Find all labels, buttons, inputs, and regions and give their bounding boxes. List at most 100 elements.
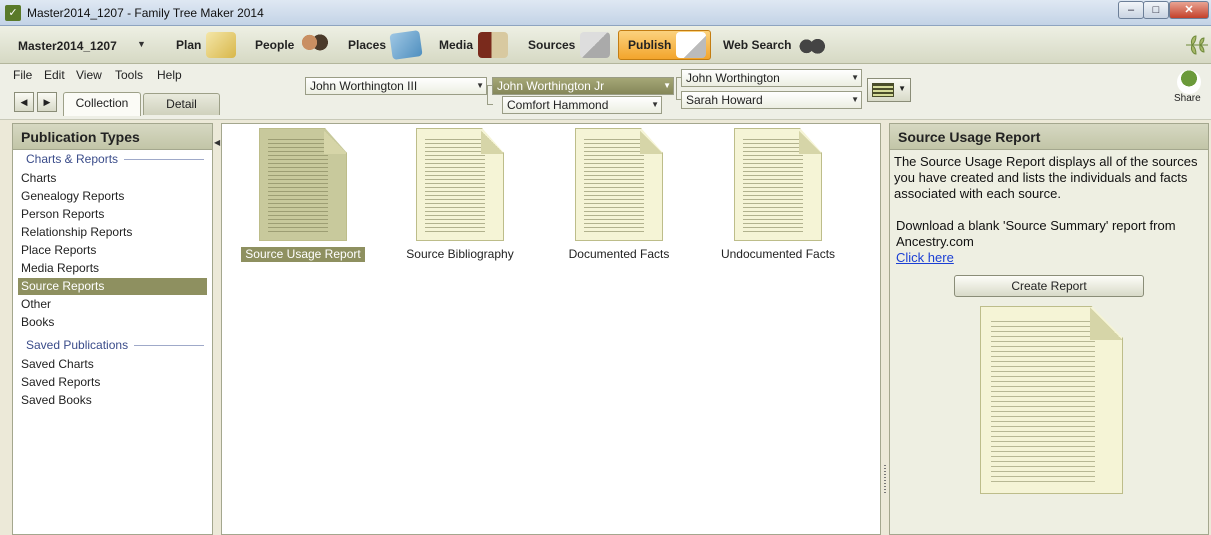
report-thumbnail-documented-facts[interactable]: Documented Facts: [544, 128, 694, 262]
child-name: John Worthington III: [310, 79, 418, 93]
chevron-down-icon: ▼: [898, 84, 906, 93]
mother-selector[interactable]: Sarah Howard ▼: [681, 91, 862, 109]
list-item-saved-reports[interactable]: Saved Reports: [18, 374, 207, 391]
tree-dropdown-icon[interactable]: ▼: [137, 39, 146, 49]
back-button[interactable]: ◀: [14, 92, 34, 112]
click-here-link[interactable]: Click here: [896, 250, 954, 265]
list-item-place-reports[interactable]: Place Reports: [18, 242, 207, 259]
spouse-name: Comfort Hammond: [507, 98, 609, 112]
report-thumbnail-source-bibliography[interactable]: Source Bibliography: [385, 128, 535, 262]
child-selector[interactable]: John Worthington III ▼: [305, 77, 487, 95]
list-view-icon: [872, 83, 894, 97]
report-thumbnail-undocumented-facts[interactable]: Undocumented Facts: [703, 128, 853, 262]
list-item-books[interactable]: Books: [18, 314, 207, 331]
list-item-saved-charts[interactable]: Saved Charts: [18, 356, 207, 373]
places-icon: [389, 30, 423, 60]
section-charts-reports: Charts & Reports: [26, 152, 204, 166]
publication-types-panel: Publication Types Charts & Reports Chart…: [12, 123, 213, 535]
nav-places-button[interactable]: Places: [348, 30, 423, 60]
menu-edit[interactable]: Edit: [44, 68, 65, 82]
splitter-grip-icon[interactable]: [884, 465, 886, 493]
section-label: Charts & Reports: [26, 152, 119, 166]
nav-sources-button[interactable]: Sources: [528, 30, 611, 60]
mother-name: Sarah Howard: [686, 93, 763, 107]
maximize-button[interactable]: □: [1143, 1, 1169, 19]
focus-person-name: John Worthington Jr: [497, 79, 605, 93]
list-item-charts[interactable]: Charts: [18, 170, 207, 187]
document-icon: [416, 128, 504, 241]
menu-tools[interactable]: Tools: [115, 68, 143, 82]
panel-title: Source Usage Report: [890, 124, 1208, 150]
chevron-down-icon: ▼: [851, 95, 859, 104]
spouse-selector[interactable]: Comfort Hammond ▼: [502, 96, 662, 114]
report-label: Source Usage Report: [241, 247, 365, 262]
menu-view[interactable]: View: [76, 68, 102, 82]
menu-help[interactable]: Help: [157, 68, 182, 82]
report-details-panel: Source Usage Report The Source Usage Rep…: [889, 123, 1209, 535]
nav-media-button[interactable]: Media: [439, 30, 509, 60]
main-toolbar: Master2014_1207 ▼ Plan People Places Med…: [0, 26, 1211, 64]
nav-people-button[interactable]: People: [255, 30, 330, 60]
window-title: Master2014_1207 - Family Tree Maker 2014: [27, 6, 264, 20]
people-icon: [299, 32, 330, 58]
download-text: Download a blank 'Source Summary' report…: [896, 218, 1176, 249]
nav-websearch-label: Web Search: [723, 38, 792, 52]
nav-plan-button[interactable]: Plan: [176, 30, 237, 60]
document-icon: [734, 128, 822, 241]
nav-people-label: People: [255, 38, 295, 52]
collapse-arrow-icon[interactable]: ◀: [214, 138, 220, 147]
media-icon: [478, 32, 509, 58]
binoculars-icon: [796, 32, 827, 58]
tab-detail[interactable]: Detail: [143, 93, 220, 115]
nav-publish-button[interactable]: Publish: [618, 30, 711, 60]
menu-file[interactable]: File: [13, 68, 32, 82]
chevron-down-icon: ▼: [476, 81, 484, 90]
report-description: The Source Usage Report displays all of …: [894, 154, 1198, 201]
publish-icon: [676, 32, 707, 58]
menu-bar: File Edit View Tools Help ◀ ▶ Collection…: [0, 64, 1211, 120]
list-item-genealogy-reports[interactable]: Genealogy Reports: [18, 188, 207, 205]
left-splitter[interactable]: [214, 123, 220, 535]
chevron-down-icon: ▼: [851, 73, 859, 82]
minimize-button[interactable]: –: [1118, 1, 1144, 19]
report-gallery: Source Usage Report Source Bibliography …: [221, 123, 881, 535]
tree-name[interactable]: Master2014_1207: [18, 39, 117, 53]
list-item-source-reports[interactable]: Source Reports: [18, 278, 207, 295]
nav-publish-label: Publish: [628, 38, 672, 52]
share-icon[interactable]: [1177, 70, 1201, 94]
chevron-down-icon: ▼: [651, 100, 659, 109]
app-icon: ✓: [5, 5, 21, 21]
section-label: Saved Publications: [26, 338, 129, 352]
report-thumbnail-source-usage[interactable]: Source Usage Report: [228, 128, 378, 262]
report-label: Undocumented Facts: [720, 247, 836, 261]
list-item-person-reports[interactable]: Person Reports: [18, 206, 207, 223]
nav-plan-label: Plan: [176, 38, 202, 52]
plan-icon: [206, 32, 237, 58]
nav-places-label: Places: [348, 38, 387, 52]
report-preview-image: [980, 306, 1123, 494]
nav-websearch-button[interactable]: Web Search: [723, 30, 827, 60]
divider: [124, 158, 204, 160]
chevron-down-icon: ▼: [663, 81, 671, 90]
sources-icon: [580, 32, 611, 58]
leaf-logo-icon: [1186, 35, 1208, 55]
father-selector[interactable]: John Worthington ▼: [681, 69, 862, 87]
share-label[interactable]: Share: [1174, 93, 1201, 104]
focus-person-selector[interactable]: John Worthington Jr ▼: [492, 77, 674, 95]
close-button[interactable]: ✕: [1169, 1, 1209, 19]
report-label: Documented Facts: [568, 247, 670, 261]
list-item-relationship-reports[interactable]: Relationship Reports: [18, 224, 207, 241]
create-report-button[interactable]: Create Report: [954, 275, 1144, 297]
tab-collection[interactable]: Collection: [63, 92, 141, 116]
list-item-saved-books[interactable]: Saved Books: [18, 392, 207, 409]
view-options-button[interactable]: ▼: [867, 78, 911, 102]
document-icon: [259, 128, 347, 241]
title-bar: ✓ Master2014_1207 - Family Tree Maker 20…: [0, 0, 1211, 26]
nav-media-label: Media: [439, 38, 474, 52]
list-item-other[interactable]: Other: [18, 296, 207, 313]
forward-button[interactable]: ▶: [37, 92, 57, 112]
father-name: John Worthington: [686, 71, 780, 85]
list-item-media-reports[interactable]: Media Reports: [18, 260, 207, 277]
document-icon: [575, 128, 663, 241]
report-label: Source Bibliography: [406, 247, 514, 261]
